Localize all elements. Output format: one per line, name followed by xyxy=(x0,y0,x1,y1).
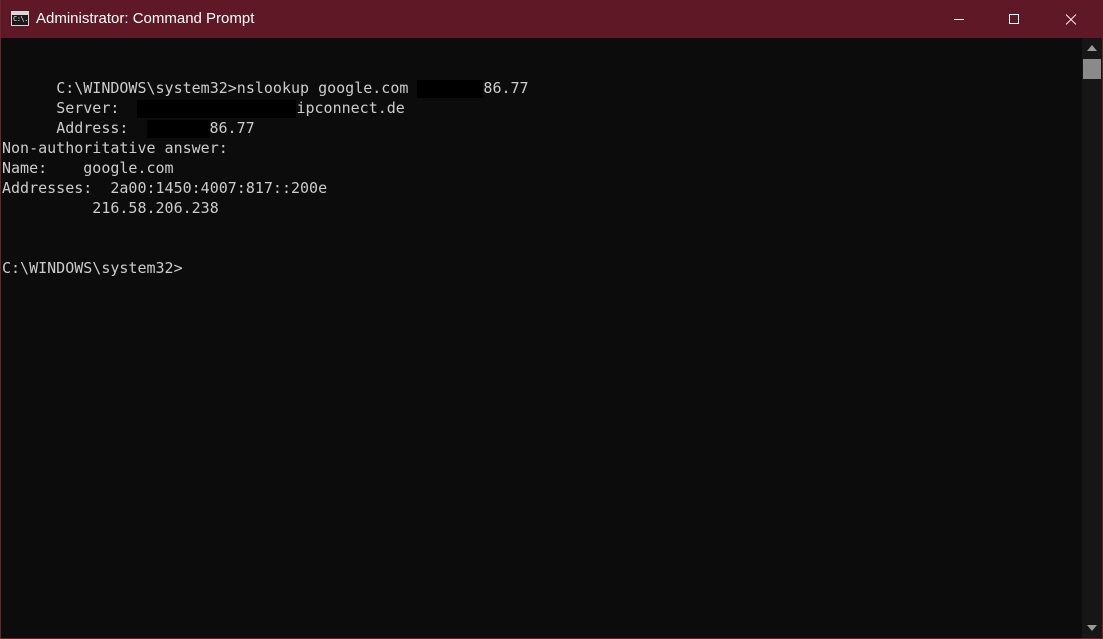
title-bar[interactable]: C:\. Administrator: Command Prompt xyxy=(1,0,1103,38)
console-line-address: Address: 86.77 xyxy=(2,98,255,138)
cmd-icon[interactable]: C:\. xyxy=(11,11,29,26)
console-line-prompt: C:\WINDOWS\system32> xyxy=(2,259,183,277)
console-output[interactable]: C:\WINDOWS\system32>nslookup google.com … xyxy=(2,58,1080,636)
vertical-scrollbar[interactable] xyxy=(1082,38,1102,638)
console-line-command: C:\WINDOWS\system32>nslookup google.com … xyxy=(2,58,529,98)
redacted-block xyxy=(146,119,210,138)
console-line-non-authoritative: Non-authoritative answer: xyxy=(2,139,228,157)
close-icon xyxy=(1065,13,1077,25)
cmd-icon-text: C:\. xyxy=(13,15,28,23)
address-suffix: 86.77 xyxy=(209,119,255,137)
redacted-block xyxy=(417,79,484,98)
console-line-addresses: Addresses: 2a00:1450:4007:817::200e xyxy=(2,179,328,197)
scroll-up-icon[interactable] xyxy=(1087,45,1097,51)
command-prompt-window: C:\. Administrator: Command Prompt C:\WI… xyxy=(0,0,1103,639)
minimize-icon xyxy=(954,18,964,20)
address-label: Address: xyxy=(56,119,147,137)
maximize-icon xyxy=(1009,14,1019,24)
server-name-suffix: ipconnect.de xyxy=(296,99,405,117)
scroll-down-icon[interactable] xyxy=(1087,625,1097,631)
dns-server-ip-suffix: 86.77 xyxy=(483,79,529,97)
window-title: Administrator: Command Prompt xyxy=(36,10,255,27)
console-line-address-ipv4: 216.58.206.238 xyxy=(2,199,219,217)
console-line-server: Server: ipconnect.de xyxy=(2,78,405,118)
minimize-button[interactable] xyxy=(936,0,982,38)
scrollbar-thumb[interactable] xyxy=(1083,59,1101,79)
close-button[interactable] xyxy=(1048,0,1094,38)
console-line-name: Name: google.com xyxy=(2,159,174,177)
maximize-button[interactable] xyxy=(991,0,1037,38)
